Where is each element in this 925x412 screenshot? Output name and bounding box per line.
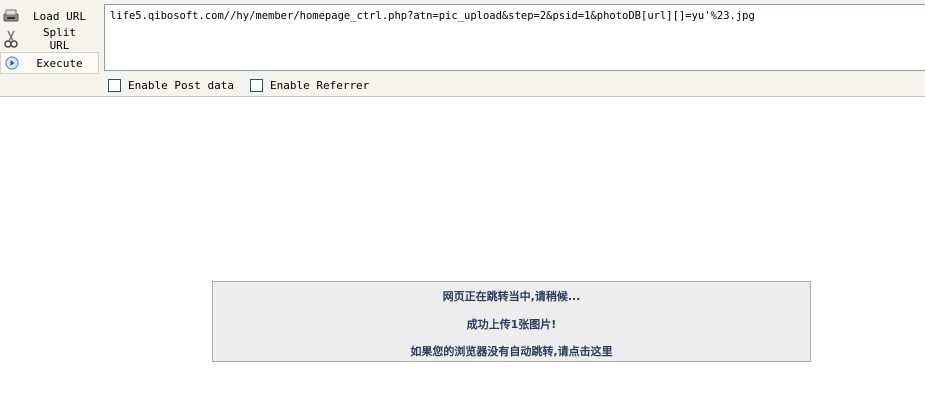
enable-post-checkbox[interactable] [108, 78, 121, 92]
enable-referrer-checkbox[interactable] [249, 78, 263, 92]
url-text: life5.qibosoft.com//hy/member/homepage_c… [110, 10, 755, 22]
split-url-button[interactable]: Split URL [0, 26, 99, 52]
hackbar-side-buttons: Load URL Split URL Execute [0, 0, 100, 74]
hackbar-toolbar: Load URL Split URL Execute life5.qibosof… [0, 0, 925, 97]
execute-button[interactable]: Execute [0, 52, 99, 74]
execute-icon [1, 54, 23, 72]
hackbar-options: Enable Post data Enable Referrer [108, 77, 385, 93]
upload-success-text: 成功上传1张图片! [466, 318, 557, 331]
enable-post-option[interactable]: Enable Post data [108, 78, 234, 92]
redirect-wait-text: 网页正在跳转当中,请稍候... [442, 290, 581, 303]
execute-label: Execute [36, 56, 83, 70]
load-url-icon [0, 7, 22, 25]
redirect-message-box: 网页正在跳转当中,请稍候... 成功上传1张图片! 如果您的浏览器没有自动跳转,… [212, 281, 811, 362]
enable-referrer-option[interactable]: Enable Referrer [249, 78, 370, 92]
enable-referrer-label: Enable Referrer [269, 78, 370, 92]
load-url-button[interactable]: Load URL [0, 5, 99, 27]
load-url-label: Load URL [33, 9, 86, 23]
split-url-label: Split URL [42, 26, 77, 52]
enable-post-label: Enable Post data [128, 78, 234, 92]
url-textarea[interactable]: life5.qibosoft.com//hy/member/homepage_c… [104, 4, 925, 71]
split-url-icon [0, 30, 22, 48]
manual-redirect-link[interactable]: 如果您的浏览器没有自动跳转,请点击这里 [213, 343, 810, 359]
